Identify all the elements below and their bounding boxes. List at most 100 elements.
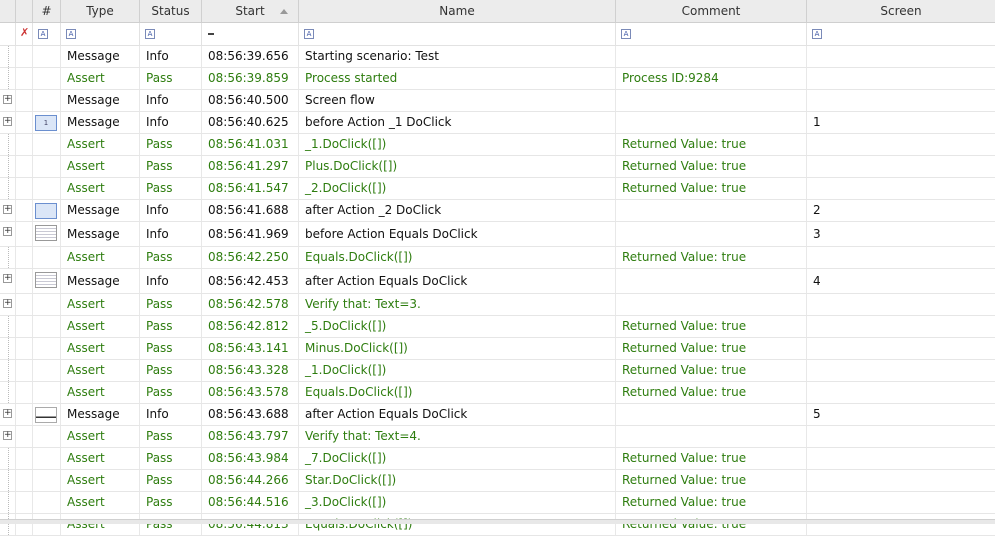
row-start: 08:56:39.656: [202, 46, 299, 67]
table-row[interactable]: + Message Info 08:56:42.453 after Action Equ…: [0, 269, 995, 294]
expand-icon[interactable]: +: [3, 95, 12, 104]
row-number-cell: [33, 338, 61, 359]
table-row[interactable]: Assert Pass 08:56:43.328 _1.DoClick([]) Retu…: [0, 360, 995, 382]
tree-line: [0, 316, 9, 337]
row-type: Assert: [61, 316, 140, 337]
row-tree-cell: [0, 360, 16, 381]
table-row[interactable]: Assert Pass 08:56:39.859 Process started Pro…: [0, 68, 995, 90]
filter-cell-comment[interactable]: A: [616, 23, 807, 45]
row-type: Assert: [61, 156, 140, 177]
row-tree-cell: [0, 492, 16, 513]
row-screen: [807, 470, 995, 491]
filter-text-icon[interactable]: A: [145, 29, 155, 39]
row-thumbnail-cell: [16, 360, 33, 381]
column-header-status[interactable]: Status: [140, 0, 202, 22]
table-row[interactable]: +1 Message Info 08:56:40.625 before Action _…: [0, 112, 995, 134]
expand-icon[interactable]: +: [3, 117, 12, 126]
row-screen: [807, 492, 995, 513]
table-row[interactable]: Message Info 08:56:39.656 Starting scenario…: [0, 46, 995, 68]
table-row[interactable]: Assert Pass 08:56:42.250 Equals.DoClick([])…: [0, 247, 995, 269]
row-thumbnail-cell: [16, 46, 33, 67]
row-screen: 2: [807, 200, 995, 221]
row-type: Message: [61, 222, 140, 246]
column-header-type[interactable]: Type: [61, 0, 140, 22]
filter-text-icon[interactable]: A: [812, 29, 822, 39]
filter-cell-name[interactable]: A: [299, 23, 616, 45]
table-row[interactable]: Assert Pass 08:56:41.547 _2.DoClick([]) Retu…: [0, 178, 995, 200]
row-tree-cell: +: [0, 200, 16, 221]
row-status: Pass: [140, 514, 202, 535]
filter-cell-status[interactable]: A: [140, 23, 202, 45]
row-number-cell: [33, 247, 61, 268]
table-row[interactable]: Assert Pass 08:56:44.813 Equals.DoClick([])…: [0, 514, 995, 536]
table-row[interactable]: + Message Info 08:56:43.688 after Action Equ…: [0, 404, 995, 426]
column-header-screen[interactable]: Screen: [807, 0, 995, 22]
column-header-number[interactable]: #: [33, 0, 61, 22]
filter-cell-number[interactable]: A: [33, 23, 61, 45]
expand-icon[interactable]: +: [3, 299, 12, 308]
screenshot-thumbnail-icon[interactable]: 1: [35, 115, 57, 131]
pin-icon[interactable]: ✗: [20, 26, 29, 39]
tree-line: [0, 247, 9, 268]
row-type: Assert: [61, 426, 140, 447]
table-row[interactable]: Assert Pass 08:56:43.984 _7.DoClick([]) Retu…: [0, 448, 995, 470]
row-status: Pass: [140, 178, 202, 199]
row-tree-cell: [0, 382, 16, 403]
screenshot-thumbnail-icon[interactable]: [35, 272, 57, 288]
filter-text-icon[interactable]: A: [621, 29, 631, 39]
row-screen: [807, 156, 995, 177]
table-row[interactable]: + Assert Pass 08:56:42.578 Verify that: Text…: [0, 294, 995, 316]
row-status: Pass: [140, 470, 202, 491]
row-screen: [807, 68, 995, 89]
expand-icon[interactable]: +: [3, 227, 12, 236]
table-row[interactable]: Assert Pass 08:56:41.297 Plus.DoClick([]) Re…: [0, 156, 995, 178]
filter-text-icon[interactable]: A: [66, 29, 76, 39]
table-row[interactable]: Assert Pass 08:56:43.141 Minus.DoClick([]) R…: [0, 338, 995, 360]
row-list: Message Info 08:56:39.656 Starting scenario…: [0, 46, 995, 536]
row-tree-cell: [0, 316, 16, 337]
table-row[interactable]: Assert Pass 08:56:41.031 _1.DoClick([]) Retu…: [0, 134, 995, 156]
screenshot-thumbnail-icon[interactable]: [35, 225, 57, 241]
row-status: Info: [140, 269, 202, 293]
table-row[interactable]: + Message Info 08:56:40.500 Screen flow: [0, 90, 995, 112]
expand-icon[interactable]: +: [3, 205, 12, 214]
column-header-comment[interactable]: Comment: [616, 0, 807, 22]
table-row[interactable]: + Message Info 08:56:41.969 before Action Eq…: [0, 222, 995, 247]
expand-icon[interactable]: +: [3, 274, 12, 283]
tree-line: [0, 156, 9, 177]
table-row[interactable]: Assert Pass 08:56:42.812 _5.DoClick([]) Retu…: [0, 316, 995, 338]
table-row[interactable]: + Assert Pass 08:56:43.797 Verify that: Text…: [0, 426, 995, 448]
row-start: 08:56:43.141: [202, 338, 299, 359]
screenshot-thumbnail-icon[interactable]: [35, 203, 57, 219]
table-row[interactable]: + Message Info 08:56:41.688 after Action _2 …: [0, 200, 995, 222]
row-thumbnail-cell: [16, 404, 33, 425]
filter-cell-start[interactable]: [202, 23, 299, 45]
row-thumbnail-cell: [16, 382, 33, 403]
horizontal-scrollbar[interactable]: [0, 519, 995, 524]
filter-cell-pin[interactable]: ✗: [16, 23, 33, 45]
row-comment: Returned Value: true: [616, 178, 807, 199]
row-thumbnail-cell: [16, 448, 33, 469]
screenshot-thumbnail-icon[interactable]: [35, 407, 57, 423]
expand-icon[interactable]: +: [3, 431, 12, 440]
row-comment: Returned Value: true: [616, 338, 807, 359]
row-type: Assert: [61, 448, 140, 469]
table-row[interactable]: Assert Pass 08:56:44.266 Star.DoClick([]) Re…: [0, 470, 995, 492]
row-thumbnail-cell: [16, 316, 33, 337]
filter-cell-type[interactable]: A: [61, 23, 140, 45]
table-row[interactable]: Assert Pass 08:56:44.516 _3.DoClick([]) Retu…: [0, 492, 995, 514]
filter-text-icon[interactable]: A: [304, 29, 314, 39]
row-number-cell: [33, 222, 61, 246]
row-comment: Returned Value: true: [616, 448, 807, 469]
row-status: Pass: [140, 156, 202, 177]
column-header-start[interactable]: Start: [202, 0, 299, 22]
table-row[interactable]: Assert Pass 08:56:43.578 Equals.DoClick([])…: [0, 382, 995, 404]
column-header-name[interactable]: Name: [299, 0, 616, 22]
row-start: 08:56:39.859: [202, 68, 299, 89]
filter-text-icon[interactable]: A: [38, 29, 48, 39]
filter-range-icon[interactable]: [208, 33, 214, 35]
row-comment: [616, 426, 807, 447]
column-header-row: # Type Status Start Name Comment Screen: [0, 0, 995, 23]
expand-icon[interactable]: +: [3, 409, 12, 418]
filter-cell-screen[interactable]: A: [807, 23, 995, 45]
